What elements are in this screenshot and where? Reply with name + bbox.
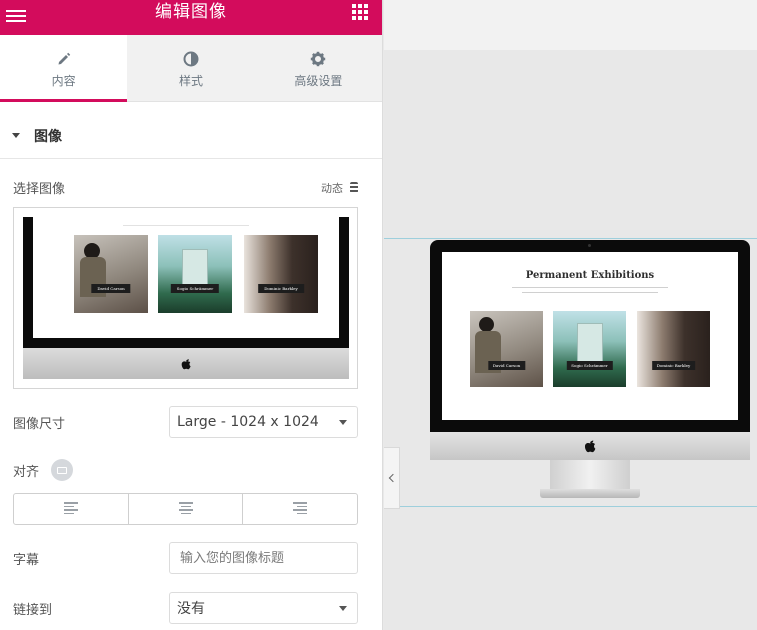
choose-image-row: 选择图像 动态 [13,178,358,197]
align-right-icon [293,502,308,516]
alignment-label: 对齐 [13,464,40,480]
preview-caption-2: Sogio Schrämmer [566,361,613,370]
align-center-button[interactable] [129,494,244,524]
dropdown-arrow-icon [339,419,347,425]
preview-heading: Permanent Exhibitions [525,270,655,281]
grid-icon[interactable] [352,4,368,20]
preview-card-3: Dominic Barkley [637,311,710,387]
caption-input[interactable] [169,542,358,574]
image-size-row: 图像尺寸 Large - 1024 x 1024 [13,406,358,438]
widget-guide-top [384,238,757,239]
image-size-label: 图像尺寸 [13,416,66,432]
preview-caption-3: Dominic Barkley [651,361,696,370]
align-center-icon [178,502,193,516]
thumb-card-3: Dominic Barkley [244,235,318,313]
gear-icon [255,49,382,69]
image-size-value: Large - 1024 x 1024 [177,414,319,430]
thumb-card-1: David Carson [74,235,148,313]
section-title: 图像 [34,128,62,145]
panel-tabs: 内容 样式 高级设置 [0,35,382,102]
link-row: 链接到 没有 [13,592,358,624]
caption-row: 字幕 [13,542,358,574]
database-icon [350,182,358,193]
preview-image-widget[interactable]: Permanent Exhibitions David Carson Sogio… [430,240,750,506]
alignment-row: 对齐 [13,459,74,481]
apple-logo-icon [181,358,191,369]
panel-title: 编辑图像 [155,2,227,22]
thumb-card-2: Sogio Schrämmer [158,235,232,313]
tab-style-label: 样式 [178,74,203,88]
caption-label: 字幕 [13,552,40,568]
tab-content[interactable]: 内容 [0,35,128,102]
image-thumbnail: David Carson Sogio Schrämmer Dominic Bar… [23,217,349,379]
tab-advanced[interactable]: 高级设置 [255,35,382,101]
apple-logo-icon [584,440,596,453]
caret-down-icon [12,133,20,138]
link-value: 没有 [177,601,205,617]
preview-card-1: David Carson [470,311,543,387]
section-image-header[interactable]: 图像 [0,113,382,159]
link-label: 链接到 [13,602,53,618]
image-size-select[interactable]: Large - 1024 x 1024 [169,406,358,438]
alignment-choices [13,493,358,525]
preview-caption-1: David Carson [487,361,526,370]
dynamic-label: 动态 [321,181,343,195]
preview-card-2: Sogio Schrämmer [553,311,626,387]
tab-style[interactable]: 样式 [127,35,254,101]
panel-header: 编辑图像 [0,0,382,35]
thumb-caption-3: Dominic Barkley [258,284,304,293]
align-left-button[interactable] [14,494,129,524]
align-right-button[interactable] [243,494,357,524]
widget-guide-bottom [384,506,757,507]
camera-dot [588,244,591,247]
tab-advanced-label: 高级设置 [294,74,343,88]
thumb-caption-1: David Carson [91,284,131,293]
collapse-panel-button[interactable] [384,447,400,509]
chevron-left-icon [388,473,398,483]
pencil-icon [0,49,127,69]
link-select[interactable]: 没有 [169,592,358,624]
responsive-desktop-icon[interactable] [51,459,74,481]
tab-content-label: 内容 [51,74,76,88]
preview-screen: Permanent Exhibitions David Carson Sogio… [442,252,738,420]
choose-image-label: 选择图像 [13,182,66,197]
dropdown-arrow-icon [339,605,347,611]
contrast-icon [127,49,254,69]
editor-panel: 编辑图像 内容 样式 高级设置 图像 选择图像 动态 David Carson … [0,0,383,630]
dynamic-tags-button[interactable]: 动态 [321,180,358,196]
thumb-caption-2: Sogio Schrämmer [170,284,220,293]
image-picker[interactable]: David Carson Sogio Schrämmer Dominic Bar… [13,207,358,389]
align-left-icon [63,502,78,516]
